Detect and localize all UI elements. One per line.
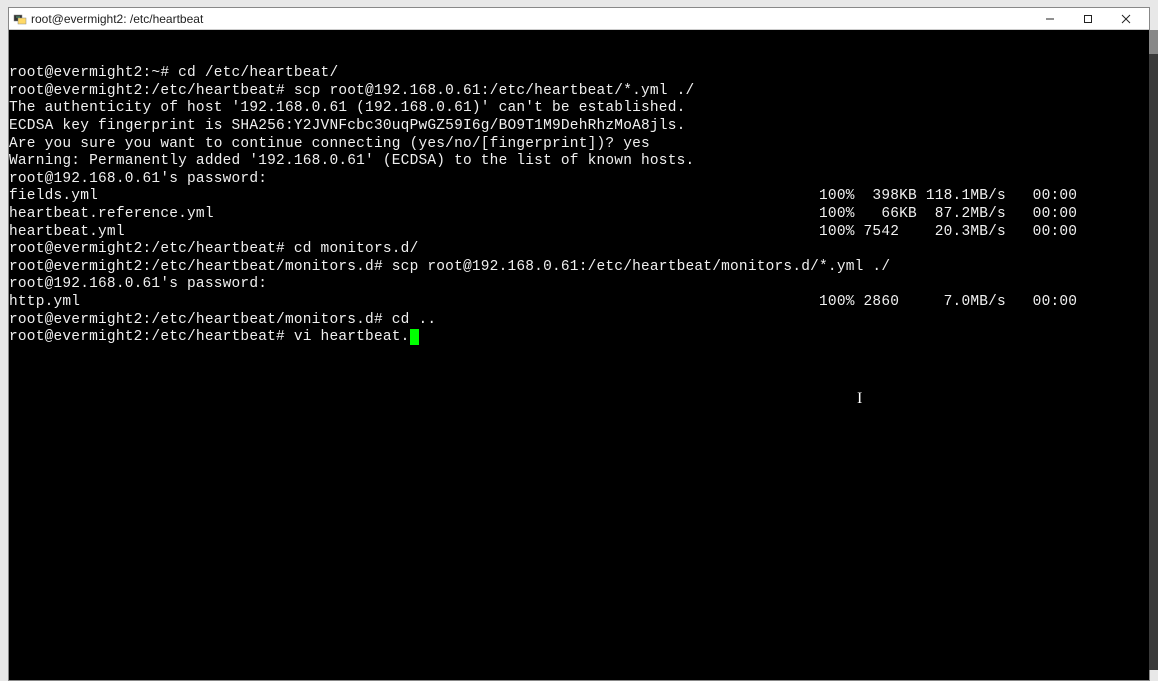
terminal-line: http.yml 100% 2860 7.0MB/s 00:00: [9, 294, 1077, 310]
terminal-line: root@evermight2:/etc/heartbeat/monitors.…: [9, 259, 890, 275]
terminal-line: root@192.168.0.61's password:: [9, 171, 267, 187]
putty-icon: [13, 12, 27, 26]
terminal-viewport[interactable]: root@evermight2:~# cd /etc/heartbeat/ ro…: [9, 30, 1149, 680]
terminal-line: ECDSA key fingerprint is SHA256:Y2JVNFcb…: [9, 118, 686, 134]
terminal-line: root@evermight2:/etc/heartbeat# vi heart…: [9, 329, 410, 345]
window-title: root@evermight2: /etc/heartbeat: [31, 12, 1031, 26]
terminal-line: root@evermight2:/etc/heartbeat/monitors.…: [9, 312, 436, 328]
mouse-text-cursor: I: [857, 390, 863, 408]
outer-scrollbar[interactable]: [1149, 30, 1158, 670]
terminal-content: root@evermight2:~# cd /etc/heartbeat/ ro…: [9, 65, 1149, 347]
terminal-line: heartbeat.yml 100% 7542 20.3MB/s 00:00: [9, 224, 1077, 240]
terminal-line: root@evermight2:/etc/heartbeat# cd monit…: [9, 241, 418, 257]
terminal-line: Warning: Permanently added '192.168.0.61…: [9, 153, 694, 169]
maximize-button[interactable]: [1069, 9, 1107, 29]
terminal-cursor: [410, 329, 419, 345]
terminal-line: heartbeat.reference.yml 100% 66KB 87.2MB…: [9, 206, 1077, 222]
titlebar[interactable]: root@evermight2: /etc/heartbeat: [9, 8, 1149, 30]
terminal-line: root@evermight2:~# cd /etc/heartbeat/: [9, 65, 338, 81]
close-button[interactable]: [1107, 9, 1145, 29]
terminal-line: root@192.168.0.61's password:: [9, 276, 267, 292]
window-controls: [1031, 9, 1145, 29]
scrollbar-thumb[interactable]: [1149, 30, 1158, 54]
terminal-line: root@evermight2:/etc/heartbeat# scp root…: [9, 83, 694, 99]
terminal-line: The authenticity of host '192.168.0.61 (…: [9, 100, 686, 116]
minimize-button[interactable]: [1031, 9, 1069, 29]
terminal-line: Are you sure you want to continue connec…: [9, 136, 650, 152]
app-window: root@evermight2: /etc/heartbeat root@eve…: [8, 7, 1150, 681]
terminal-line: fields.yml 100% 398KB 118.1MB/s 00:00: [9, 188, 1077, 204]
